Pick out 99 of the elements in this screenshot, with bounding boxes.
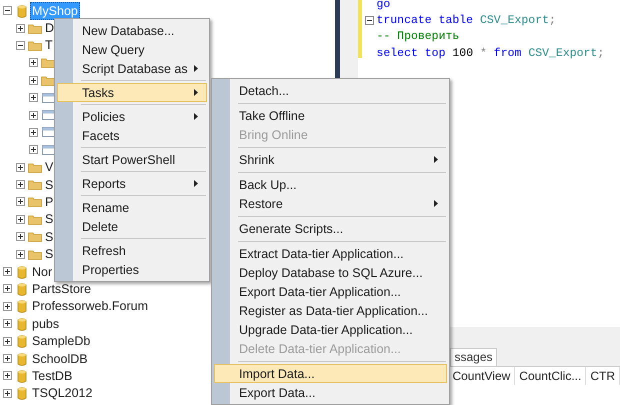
menu-item[interactable]: Upgrade Data-tier Application... xyxy=(214,320,447,339)
tree-item[interactable]: Professorweb.Forum xyxy=(30,297,150,316)
menu-item[interactable]: Export Data... xyxy=(214,383,447,402)
database-icon xyxy=(17,352,27,366)
menu-item[interactable]: New Query xyxy=(57,40,207,59)
table-icon xyxy=(42,92,54,103)
submenu-arrow-icon xyxy=(434,156,438,163)
folder-icon xyxy=(28,195,42,208)
expand-icon[interactable] xyxy=(3,354,12,363)
database-icon xyxy=(17,282,27,296)
tree-item[interactable]: V xyxy=(43,158,56,176)
menu-item[interactable]: Reports xyxy=(57,174,207,193)
tree-item[interactable]: Nor xyxy=(30,262,54,281)
tree-item[interactable]: TestDB xyxy=(30,366,74,385)
submenu-arrow-icon xyxy=(194,180,198,187)
menu-item[interactable]: Detach... xyxy=(214,81,447,100)
code-line: -- Проверить xyxy=(376,30,460,44)
folder-icon xyxy=(28,178,42,192)
change-bar xyxy=(358,0,362,58)
menu-item[interactable]: New Database... xyxy=(57,21,207,40)
table-icon xyxy=(42,144,54,155)
database-icon xyxy=(17,264,27,279)
folder-icon xyxy=(28,248,42,261)
tree-item[interactable]: TSQL2012 xyxy=(30,384,94,402)
folder-icon xyxy=(41,74,55,87)
menu-item[interactable]: Properties xyxy=(57,260,207,279)
expand-icon[interactable] xyxy=(3,388,12,398)
menu-item[interactable]: Generate Scripts... xyxy=(214,219,447,238)
expand-icon[interactable] xyxy=(3,319,12,328)
folder-icon xyxy=(28,230,42,244)
tree-item[interactable]: S xyxy=(43,176,56,194)
tree-item[interactable]: S xyxy=(43,228,56,246)
expand-icon[interactable] xyxy=(16,162,25,172)
expand-icon[interactable] xyxy=(3,284,12,294)
submenu-arrow-icon xyxy=(194,89,198,96)
database-icon xyxy=(17,386,27,400)
collapse-icon[interactable] xyxy=(364,16,374,25)
tree-item[interactable]: T xyxy=(43,36,55,54)
menu-item[interactable]: Export Data-tier Application... xyxy=(214,282,447,301)
expand-icon[interactable] xyxy=(29,145,38,154)
folder-icon xyxy=(28,160,42,174)
menu-item[interactable]: Deploy Database to SQL Azure... xyxy=(214,263,447,282)
submenu-arrow-icon xyxy=(194,65,198,72)
submenu-arrow-icon xyxy=(194,113,198,120)
expand-icon[interactable] xyxy=(16,232,25,242)
expand-icon[interactable] xyxy=(16,214,25,224)
expand-icon[interactable] xyxy=(29,110,38,120)
tree-item[interactable]: S xyxy=(43,210,56,228)
expand-icon[interactable] xyxy=(16,180,25,190)
tree-item[interactable]: S xyxy=(43,245,56,264)
code-line: truncate table CSV_Export; xyxy=(376,14,556,27)
menu-item[interactable]: Take Offline xyxy=(214,106,447,125)
menu-item[interactable]: Refresh xyxy=(57,241,207,260)
tree-item[interactable]: SampleDb xyxy=(30,332,92,350)
expand-icon[interactable] xyxy=(3,371,12,380)
menu-item[interactable]: Facets xyxy=(57,126,207,145)
tree-item[interactable]: SchoolDB xyxy=(30,350,90,368)
menu-item[interactable]: Policies xyxy=(57,107,207,126)
expand-icon[interactable] xyxy=(29,76,38,85)
menu-item[interactable]: Back Up... xyxy=(214,175,447,194)
folder-icon xyxy=(28,212,42,226)
expand-icon[interactable] xyxy=(29,93,38,102)
menu-item[interactable]: Extract Data-tier Application... xyxy=(214,244,447,263)
database-icon xyxy=(17,334,27,348)
menu-item[interactable]: Script Database as xyxy=(57,59,207,78)
table-icon xyxy=(42,127,54,138)
expand-icon[interactable] xyxy=(29,58,38,68)
tree-item[interactable]: P xyxy=(43,193,56,211)
menu-item[interactable]: Restore xyxy=(214,194,447,213)
folder-icon xyxy=(28,38,42,52)
expand-icon[interactable] xyxy=(16,250,25,259)
table-icon xyxy=(42,110,54,120)
database-icon xyxy=(17,4,27,18)
expand-icon[interactable] xyxy=(3,267,12,276)
expand-icon[interactable] xyxy=(29,128,38,137)
collapse-icon[interactable] xyxy=(16,40,25,50)
code-line: select top 100 * from CSV_Export; xyxy=(376,46,604,60)
tree-item[interactable]: PartsStore xyxy=(30,280,94,298)
menu-item[interactable]: Register as Data-tier Application... xyxy=(214,301,447,320)
menu-item[interactable]: Import Data... xyxy=(214,364,447,383)
folder-icon xyxy=(41,56,55,70)
menu-item[interactable]: Shrink xyxy=(214,150,447,169)
collapse-icon[interactable] xyxy=(3,6,12,16)
expand-icon[interactable] xyxy=(3,336,12,346)
menu-item[interactable]: Rename xyxy=(57,198,207,217)
tree-item[interactable]: D xyxy=(43,19,56,38)
menu-item[interactable]: Tasks xyxy=(57,83,207,102)
menu-item[interactable]: Start PowerShell xyxy=(57,150,207,169)
database-icon xyxy=(17,368,27,383)
tree-item[interactable]: pubs xyxy=(30,314,62,333)
menu-item[interactable]: Delete xyxy=(57,217,207,236)
submenu-arrow-icon xyxy=(434,200,438,207)
code-line: go xyxy=(376,0,390,11)
database-icon xyxy=(17,299,27,314)
expand-icon[interactable] xyxy=(3,302,12,311)
results-tab[interactable]: ssages xyxy=(450,348,496,366)
database-icon xyxy=(17,316,27,331)
expand-icon[interactable] xyxy=(16,24,25,33)
expand-icon[interactable] xyxy=(16,197,25,206)
